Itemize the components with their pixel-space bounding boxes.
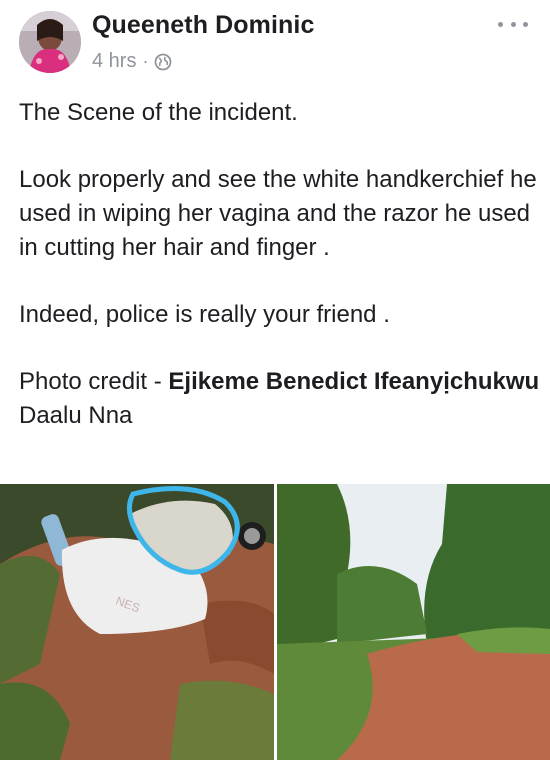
post-paragraph-3: Indeed, police is really your friend .	[19, 301, 390, 328]
scene-photo-right[interactable]	[277, 484, 550, 760]
credit-prefix: Photo credit -	[19, 368, 169, 395]
post-time[interactable]: 4 hrs	[92, 50, 136, 73]
author-name[interactable]: Queeneth Dominic	[92, 11, 314, 40]
more-options-icon[interactable]	[498, 16, 528, 32]
post-header: Queeneth Dominic 4 hrs ·	[0, 0, 550, 84]
photo-grid: NES	[0, 484, 550, 760]
avatar[interactable]	[19, 11, 81, 73]
scene-photo-left[interactable]: NES	[0, 484, 274, 760]
post-text: The Scene of the incident. Look properly…	[19, 96, 544, 433]
credit-suffix: Daalu Nna	[19, 402, 133, 429]
post-meta: 4 hrs ·	[92, 50, 172, 73]
post-paragraph-2: Look properly and see the white handkerc…	[19, 166, 537, 261]
globe-icon	[155, 53, 172, 70]
credit-name-link[interactable]: Ejikeme Benedict Ifeanyịchukwu	[168, 368, 539, 395]
meta-separator: ·	[142, 51, 149, 71]
post-line-1: The Scene of the incident.	[19, 99, 298, 126]
photo-credit: Photo credit - Ejikeme Benedict Ifeanyịc…	[19, 365, 544, 433]
